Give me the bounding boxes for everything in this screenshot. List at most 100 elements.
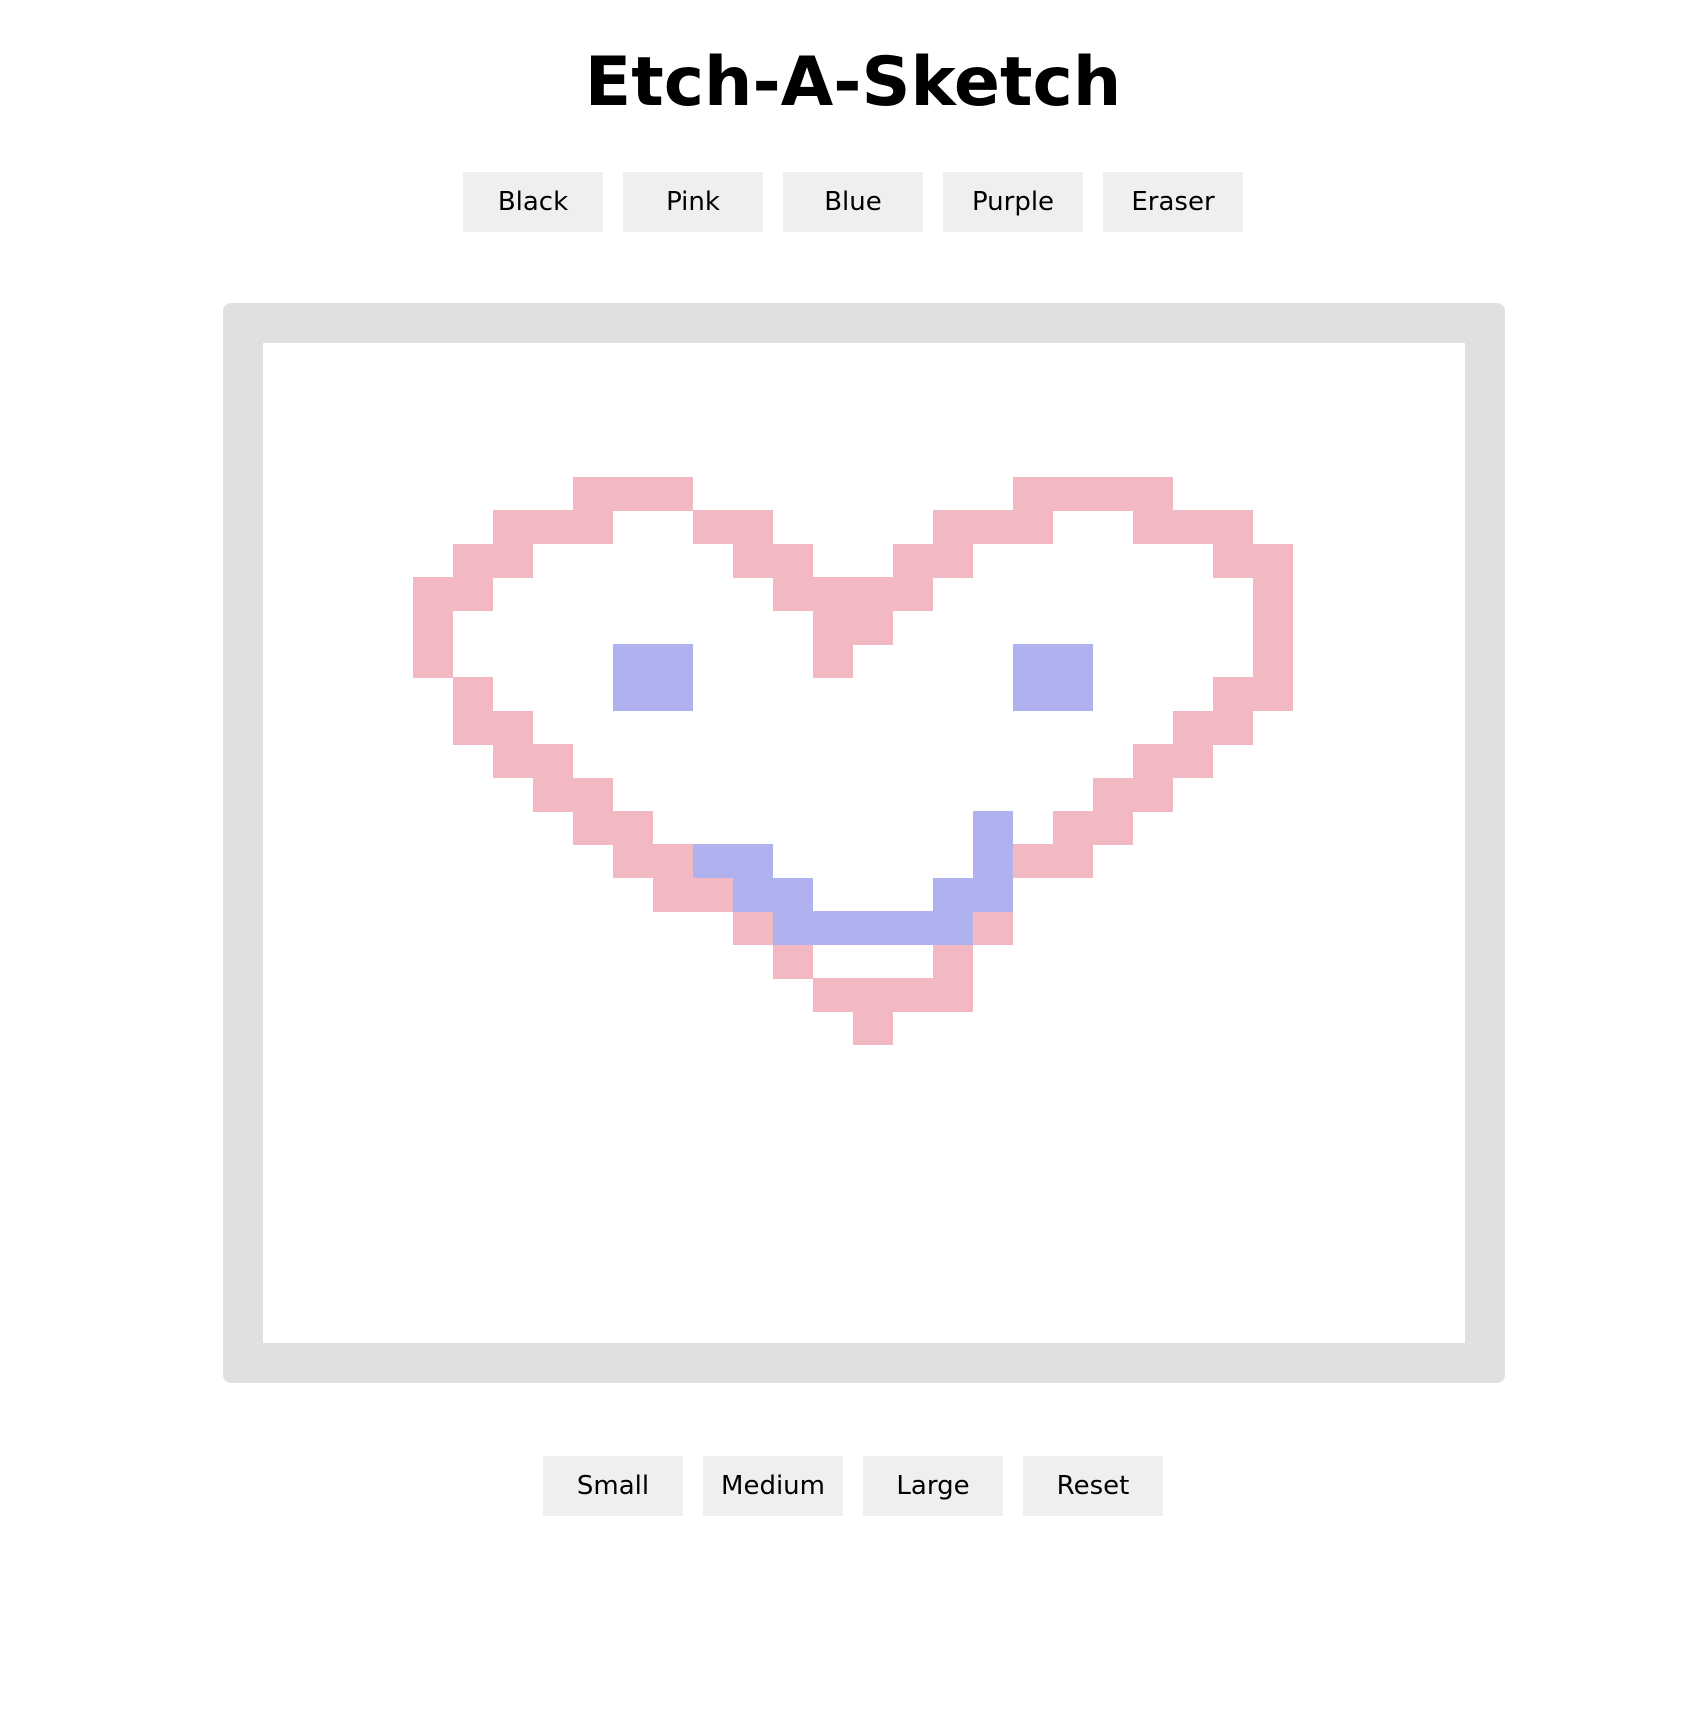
pink-cell xyxy=(853,577,893,612)
blue-cell xyxy=(933,911,973,946)
color-button-row: Black Pink Blue Purple Eraser xyxy=(0,172,1706,232)
pink-cell xyxy=(613,811,653,845)
medium-button[interactable]: Medium xyxy=(703,1456,843,1516)
pink-cell xyxy=(1173,510,1213,545)
blue-cell xyxy=(653,644,693,678)
pink-cell xyxy=(1173,744,1213,779)
pink-cell xyxy=(1253,543,1293,578)
pink-cell xyxy=(1093,477,1133,511)
pink-cell xyxy=(653,844,693,879)
blue-cell xyxy=(973,811,1013,845)
pink-cell xyxy=(933,510,973,545)
pink-cell xyxy=(1093,811,1133,845)
pink-cell xyxy=(1133,510,1173,545)
pink-cell xyxy=(653,877,693,912)
pink-cell xyxy=(413,610,453,645)
pink-cell xyxy=(1213,543,1253,578)
pink-cell xyxy=(693,877,733,912)
pink-cell xyxy=(853,978,893,1012)
purple-button[interactable]: Purple xyxy=(943,172,1083,232)
pink-cell xyxy=(493,543,533,578)
reset-button[interactable]: Reset xyxy=(1023,1456,1163,1516)
pink-cell xyxy=(1253,577,1293,612)
blue-cell xyxy=(853,911,893,946)
pink-cell xyxy=(1013,844,1053,879)
pink-cell xyxy=(1053,477,1093,511)
pink-cell xyxy=(1253,644,1293,678)
blue-cell xyxy=(973,844,1013,879)
pink-cell xyxy=(893,978,933,1012)
pink-cell xyxy=(973,510,1013,545)
sketch-frame xyxy=(223,303,1505,1383)
blue-cell xyxy=(733,844,773,879)
pink-cell xyxy=(693,510,733,545)
pink-cell xyxy=(1013,477,1053,511)
page-title: Etch-A-Sketch xyxy=(584,43,1122,122)
small-button[interactable]: Small xyxy=(543,1456,683,1516)
blue-cell xyxy=(733,877,773,912)
blue-cell xyxy=(773,877,813,912)
blue-cell xyxy=(1013,644,1053,678)
blue-cell xyxy=(693,844,733,879)
pink-cell xyxy=(733,510,773,545)
eraser-button[interactable]: Eraser xyxy=(1103,172,1243,232)
pink-cell xyxy=(813,577,853,612)
pink-cell xyxy=(573,811,613,845)
pink-cell xyxy=(573,510,613,545)
pink-cell xyxy=(573,477,613,511)
pink-cell xyxy=(813,610,853,645)
pink-cell xyxy=(533,744,573,779)
blue-cell xyxy=(973,877,1013,912)
pink-cell xyxy=(893,543,933,578)
size-button-row: Small Medium Large Reset xyxy=(0,1456,1706,1516)
pink-cell xyxy=(1133,477,1173,511)
blue-cell xyxy=(893,911,933,946)
pink-cell xyxy=(733,543,773,578)
sketch-board[interactable] xyxy=(263,343,1465,1343)
pink-cell xyxy=(933,543,973,578)
pink-cell xyxy=(493,710,533,745)
pink-cell xyxy=(1213,710,1253,745)
pink-cell xyxy=(1253,610,1293,645)
pink-cell xyxy=(813,644,853,678)
pink-cell xyxy=(1173,710,1213,745)
blue-cell xyxy=(1053,644,1093,678)
blue-cell xyxy=(773,911,813,946)
pink-cell xyxy=(453,543,493,578)
pink-cell xyxy=(493,744,533,779)
pink-cell xyxy=(853,610,893,645)
pink-button[interactable]: Pink xyxy=(623,172,763,232)
pink-cell xyxy=(533,777,573,812)
pink-cell xyxy=(493,510,533,545)
pink-cell xyxy=(933,978,973,1012)
pink-cell xyxy=(1013,510,1053,545)
pink-cell xyxy=(773,543,813,578)
large-button[interactable]: Large xyxy=(863,1456,1003,1516)
pink-cell xyxy=(613,844,653,879)
pink-cell xyxy=(1053,844,1093,879)
pink-cell xyxy=(773,577,813,612)
pink-cell xyxy=(1133,777,1173,812)
pink-cell xyxy=(533,510,573,545)
pink-cell xyxy=(933,944,973,979)
pink-cell xyxy=(573,777,613,812)
pink-cell xyxy=(1133,744,1173,779)
blue-cell xyxy=(613,644,653,678)
pink-cell xyxy=(733,911,773,946)
black-button[interactable]: Black xyxy=(463,172,603,232)
blue-cell xyxy=(613,677,653,712)
blue-cell xyxy=(653,677,693,712)
pink-cell xyxy=(853,1011,893,1046)
blue-button[interactable]: Blue xyxy=(783,172,923,232)
pink-cell xyxy=(893,577,933,612)
pink-cell xyxy=(453,577,493,612)
pink-cell xyxy=(1253,677,1293,712)
blue-cell xyxy=(813,911,853,946)
pink-cell xyxy=(453,677,493,712)
blue-cell xyxy=(933,877,973,912)
blue-cell xyxy=(1053,677,1093,712)
blue-cell xyxy=(1013,677,1053,712)
pink-cell xyxy=(1213,677,1253,712)
pink-cell xyxy=(773,944,813,979)
pink-cell xyxy=(1053,811,1093,845)
